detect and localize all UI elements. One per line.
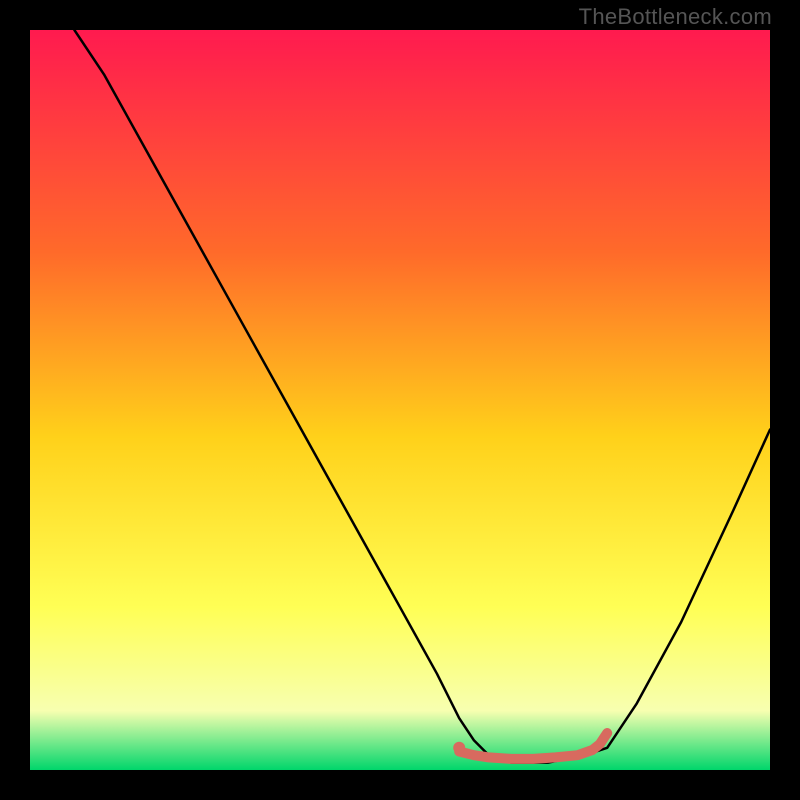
bottleneck-chart	[30, 30, 770, 770]
brand-watermark: TheBottleneck.com	[579, 4, 772, 30]
optimal-point-dot	[453, 742, 465, 754]
chart-frame	[30, 30, 770, 770]
